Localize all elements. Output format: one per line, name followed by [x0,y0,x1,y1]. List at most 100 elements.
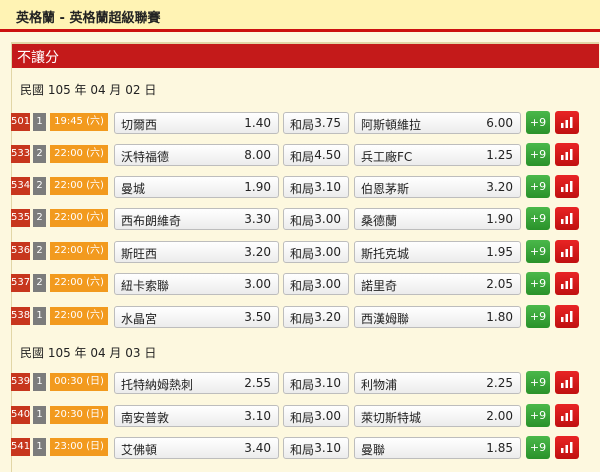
home-team: 南安普敦 [121,411,170,425]
home-odds-button[interactable]: 南安普敦 3.10 [114,405,279,427]
more-markets-button[interactable]: +9 [526,143,550,166]
home-odds-button[interactable]: 水晶宮 3.50 [114,306,279,328]
draw-odds-button[interactable]: 和局 3.10 [283,437,349,459]
away-team: 桑德蘭 [361,214,398,228]
away-odds-button[interactable]: 諾里奇 2.05 [354,273,521,295]
stats-chart-button[interactable] [555,404,579,427]
home-odds-button[interactable]: 托特納姆熱刺 2.55 [114,372,279,394]
more-markets-button[interactable]: +9 [526,240,550,263]
stats-chart-button[interactable] [555,436,579,459]
draw-label: 和局 [290,411,315,425]
home-odds: 8.00 [244,148,271,162]
channel-badge: 1 [33,438,46,456]
home-team: 沃特福德 [121,150,170,164]
match-row: 541 1 23:00 (日) 艾佛頓 3.40 和局 3.10 曼聯 1.85… [11,435,591,461]
away-odds: 1.95 [486,245,513,259]
away-odds: 3.20 [486,180,513,194]
away-team: 諾里奇 [361,279,398,293]
away-team: 西漢姆聯 [361,312,410,326]
home-odds-button[interactable]: 西布朗維奇 3.30 [114,208,279,230]
draw-odds-button[interactable]: 和局 4.50 [283,144,349,166]
page-header: 英格蘭 - 英格蘭超級聯賽 [0,0,600,32]
match-code: 534 [11,177,30,195]
stats-chart-button[interactable] [555,371,579,394]
home-team: 艾佛頓 [121,443,158,457]
stats-chart-button[interactable] [555,272,579,295]
away-team: 兵工廠FC [361,150,413,164]
stats-chart-button[interactable] [555,207,579,230]
away-odds-button[interactable]: 萊切斯特城 2.00 [354,405,521,427]
draw-odds: 3.00 [314,245,341,259]
draw-odds-button[interactable]: 和局 3.00 [283,405,349,427]
stats-chart-button[interactable] [555,111,579,134]
away-odds-button[interactable]: 利物浦 2.25 [354,372,521,394]
more-markets-button[interactable]: +9 [526,111,550,134]
away-odds-button[interactable]: 曼聯 1.85 [354,437,521,459]
home-odds-button[interactable]: 切爾西 1.40 [114,112,279,134]
home-odds: 3.40 [244,441,271,455]
home-odds: 3.20 [244,245,271,259]
home-odds: 1.90 [244,180,271,194]
away-odds-button[interactable]: 西漢姆聯 1.80 [354,306,521,328]
away-odds: 2.05 [486,277,513,291]
home-odds-button[interactable]: 沃特福德 8.00 [114,144,279,166]
stats-chart-button[interactable] [555,240,579,263]
match-code: 533 [11,145,30,163]
draw-odds-button[interactable]: 和局 3.00 [283,273,349,295]
channel-badge: 2 [33,145,46,163]
away-odds: 1.90 [486,212,513,226]
stats-chart-button[interactable] [555,305,579,328]
away-team: 萊切斯特城 [361,411,422,425]
away-odds-button[interactable]: 阿斯頓維拉 6.00 [354,112,521,134]
stats-chart-button[interactable] [555,175,579,198]
more-markets-button[interactable]: +9 [526,436,550,459]
more-markets-button[interactable]: +9 [526,305,550,328]
kickoff-time: 20:30 (日) [50,406,108,424]
home-odds-button[interactable]: 紐卡索聯 3.00 [114,273,279,295]
match-code: 538 [11,307,30,325]
home-odds: 2.55 [244,376,271,390]
more-markets-button[interactable]: +9 [526,175,550,198]
away-team: 阿斯頓維拉 [361,118,422,132]
bar-chart-icon [561,181,573,192]
more-markets-button[interactable]: +9 [526,404,550,427]
draw-odds-button[interactable]: 和局 3.75 [283,112,349,134]
home-odds-button[interactable]: 斯旺西 3.20 [114,241,279,263]
match-row: 535 2 22:00 (六) 西布朗維奇 3.30 和局 3.00 桑德蘭 1… [11,206,591,232]
draw-odds-button[interactable]: 和局 3.00 [283,241,349,263]
channel-badge: 1 [33,113,46,131]
draw-odds: 3.00 [314,409,341,423]
home-odds-button[interactable]: 曼城 1.90 [114,176,279,198]
home-odds: 3.50 [244,310,271,324]
draw-odds-button[interactable]: 和局 3.10 [283,176,349,198]
away-team: 利物浦 [361,378,398,392]
away-odds-button[interactable]: 兵工廠FC 1.25 [354,144,521,166]
draw-odds-button[interactable]: 和局 3.10 [283,372,349,394]
draw-odds: 3.10 [314,180,341,194]
draw-label: 和局 [290,279,315,293]
channel-badge: 2 [33,209,46,227]
home-odds: 1.40 [244,116,271,130]
draw-odds: 3.00 [314,277,341,291]
draw-odds-button[interactable]: 和局 3.20 [283,306,349,328]
away-odds-button[interactable]: 斯托克城 1.95 [354,241,521,263]
away-odds: 1.25 [486,148,513,162]
home-team: 紐卡索聯 [121,279,170,293]
draw-odds-button[interactable]: 和局 3.00 [283,208,349,230]
away-odds-button[interactable]: 桑德蘭 1.90 [354,208,521,230]
home-team: 曼城 [121,182,146,196]
home-odds-button[interactable]: 艾佛頓 3.40 [114,437,279,459]
channel-badge: 1 [33,406,46,424]
home-team: 水晶宮 [121,312,158,326]
match-row: 540 1 20:30 (日) 南安普敦 3.10 和局 3.00 萊切斯特城 … [11,403,591,429]
more-markets-button[interactable]: +9 [526,272,550,295]
stats-chart-button[interactable] [555,143,579,166]
more-markets-button[interactable]: +9 [526,207,550,230]
draw-odds: 3.20 [314,310,341,324]
away-odds-button[interactable]: 伯恩茅斯 3.20 [354,176,521,198]
draw-odds: 3.75 [314,116,341,130]
more-markets-button[interactable]: +9 [526,371,550,394]
bar-chart-icon [561,117,573,128]
bar-chart-icon [561,410,573,421]
kickoff-time: 22:00 (六) [50,274,108,292]
